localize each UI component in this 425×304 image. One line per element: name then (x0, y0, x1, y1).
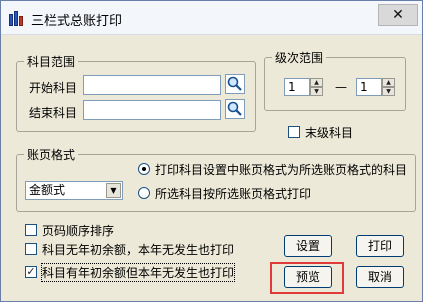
window-title: 三栏式总账打印 (31, 14, 123, 29)
spin-down-icon[interactable]: ▼ (310, 87, 323, 96)
level-from-spinner[interactable]: ▲ ▼ (310, 78, 323, 96)
sequential-pages-checkbox[interactable] (25, 224, 37, 236)
spin-up-icon[interactable]: ▲ (310, 78, 323, 87)
close-icon: ✕ (392, 7, 404, 23)
has-opening-balance-checkbox[interactable]: ✓ (25, 266, 37, 278)
magnifier-icon (227, 76, 242, 91)
dialog-window: 三栏式总账打印 ✕ 科目范围 开始科目 结束科目 级次范围 1 ▲ ▼ — 1 … (0, 0, 423, 302)
title-bar: 三栏式总账打印 ✕ (1, 1, 422, 35)
subject-range-legend: 科目范围 (24, 53, 79, 70)
end-subject-label: 结束科目 (29, 106, 78, 120)
settings-button[interactable]: 设置 (284, 235, 332, 257)
subject-range-group: 科目范围 (16, 53, 256, 132)
print-selected-format-radio[interactable] (138, 187, 150, 199)
format-select-value: 金额式 (29, 183, 66, 197)
spin-up-icon[interactable]: ▲ (382, 78, 395, 87)
app-icon (9, 10, 25, 26)
level-to-input[interactable]: 1 (356, 78, 382, 96)
use-subject-format-label: 打印科目设置中账页格式为所选账页格式的科目 (155, 163, 408, 177)
chevron-down-icon[interactable]: ▼ (106, 183, 121, 198)
radio-dot-icon (142, 167, 146, 171)
no-opening-balance-label: 科目无年初余额，本年无发生也打印 (42, 243, 235, 257)
leaf-only-checkbox[interactable] (288, 126, 300, 138)
leaf-only-label: 末级科目 (305, 126, 354, 140)
no-opening-balance-checkbox[interactable] (25, 243, 37, 255)
level-range-legend: 级次范围 (272, 49, 327, 66)
start-subject-input[interactable] (83, 75, 221, 95)
print-selected-format-label: 所选科目按所选账页格式打印 (155, 187, 312, 201)
preview-button[interactable]: 预览 (284, 266, 332, 288)
print-button[interactable]: 打印 (356, 235, 404, 257)
sequential-pages-label: 页码顺序排序 (42, 224, 115, 238)
end-subject-input[interactable] (83, 100, 221, 120)
use-subject-format-radio[interactable] (138, 163, 150, 175)
close-button[interactable]: ✕ (378, 4, 418, 26)
checkmark-icon: ✓ (26, 265, 36, 278)
level-separator: — (335, 80, 347, 94)
start-subject-label: 开始科目 (29, 81, 78, 95)
page-format-legend: 账页格式 (24, 146, 79, 163)
level-from-input[interactable]: 1 (284, 78, 310, 96)
start-subject-browse-button[interactable] (225, 74, 245, 94)
format-select[interactable]: 金额式 ▼ (25, 181, 123, 200)
level-to-spinner[interactable]: ▲ ▼ (382, 78, 395, 96)
spin-down-icon[interactable]: ▼ (382, 87, 395, 96)
magnifier-icon (227, 101, 242, 116)
end-subject-browse-button[interactable] (225, 99, 245, 119)
has-opening-balance-label: 科目有年初余额但本年无发生也打印 (40, 263, 236, 282)
cancel-button[interactable]: 取消 (356, 266, 404, 288)
